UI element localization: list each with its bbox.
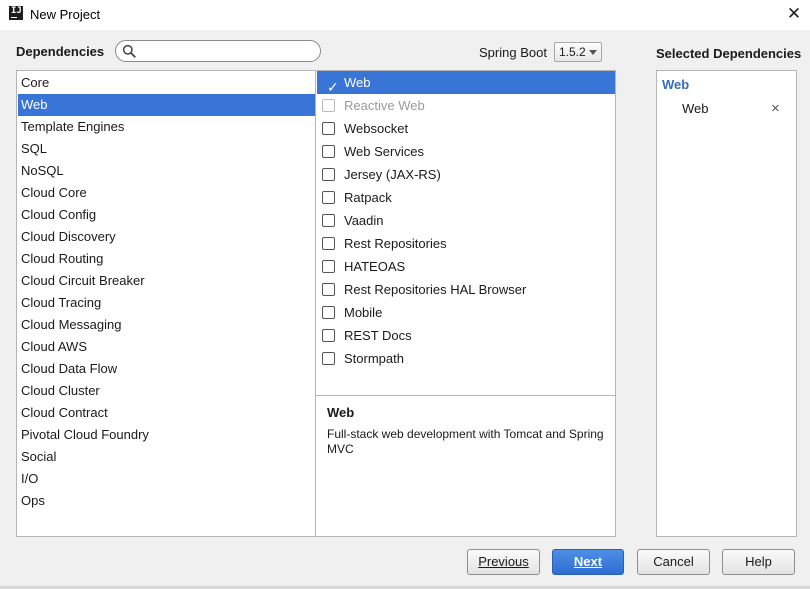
checkbox[interactable] (322, 122, 335, 135)
dependency-item[interactable]: ✓ Web (317, 71, 615, 95)
dependency-list: ✓ Web Reactive Web Websocket Web Services Jer… (315, 70, 616, 396)
dependency-item: Reactive Web (317, 94, 615, 117)
dependency-item[interactable]: Stormpath (317, 347, 615, 370)
dependency-label: Websocket (344, 121, 409, 136)
category-item[interactable]: NoSQL (18, 160, 315, 182)
spring-boot-label: Spring Boot (479, 45, 547, 60)
description-text: Full-stack web development with Tomcat a… (327, 427, 604, 456)
spring-boot-version-value: 1.5.2 (559, 45, 586, 59)
category-item[interactable]: Cloud Config (18, 204, 315, 226)
checkbox[interactable] (322, 145, 335, 158)
dependency-item[interactable]: HATEOAS (317, 255, 615, 278)
chevron-down-icon (589, 50, 597, 55)
checkbox[interactable] (322, 168, 335, 181)
checkbox[interactable] (322, 306, 335, 319)
category-item[interactable]: Ops (18, 490, 315, 512)
category-item[interactable]: Cloud Discovery (18, 226, 315, 248)
checkbox[interactable] (322, 237, 335, 250)
dependency-label: Web Services (344, 144, 424, 159)
category-item[interactable]: Cloud Data Flow (18, 358, 315, 380)
dependency-item[interactable]: Web Services (317, 140, 615, 163)
category-item[interactable]: Cloud Routing (18, 248, 315, 270)
dependency-label: Web (344, 75, 371, 90)
dependency-item[interactable]: Mobile (317, 301, 615, 324)
category-item[interactable]: I/O (18, 468, 315, 490)
dependency-item[interactable]: Jersey (JAX-RS) (317, 163, 615, 186)
dependency-label: Ratpack (344, 190, 392, 205)
category-item[interactable]: Web (18, 94, 315, 116)
dependency-item[interactable]: Ratpack (317, 186, 615, 209)
search-icon (122, 44, 136, 58)
dependency-item[interactable]: REST Docs (317, 324, 615, 347)
dependency-label: REST Docs (344, 328, 412, 343)
description-title: Web (327, 405, 355, 420)
dependency-label: Rest Repositories HAL Browser (344, 282, 527, 297)
category-item[interactable]: Core (18, 72, 315, 94)
category-item[interactable]: Template Engines (18, 116, 315, 138)
selected-group-label: Web (662, 77, 690, 92)
close-window-button[interactable]: ✕ (782, 3, 806, 25)
dependency-label: Jersey (JAX-RS) (344, 167, 441, 182)
category-item[interactable]: Cloud Core (18, 182, 315, 204)
category-list: Core Web Template Engines SQL NoSQL Cloud Cor… (16, 70, 316, 537)
dependency-label: Stormpath (344, 351, 404, 366)
category-item[interactable]: Cloud Cluster (18, 380, 315, 402)
dependency-item[interactable]: Vaadin (317, 209, 615, 232)
checkbox[interactable] (322, 329, 335, 342)
dependency-label: HATEOAS (344, 259, 406, 274)
category-item[interactable]: Cloud Tracing (18, 292, 315, 314)
title-bar: IJ New Project ✕ (0, 0, 810, 30)
selected-dependencies-label: Selected Dependencies (656, 46, 802, 61)
window-title: New Project (30, 7, 101, 22)
category-item[interactable]: Cloud Messaging (18, 314, 315, 336)
category-item[interactable]: SQL (18, 138, 315, 160)
dependencies-label: Dependencies (16, 44, 105, 59)
search-box[interactable] (115, 40, 321, 62)
cancel-button[interactable]: Cancel (637, 549, 710, 575)
dependency-label: Reactive Web (344, 98, 425, 113)
checkbox (322, 99, 335, 112)
selected-dependencies-panel: Web Web × (656, 70, 797, 537)
checkbox[interactable] (322, 283, 335, 296)
category-item[interactable]: Cloud AWS (18, 336, 315, 358)
dependency-label: Vaadin (344, 213, 384, 228)
previous-button-label: Previous (478, 554, 529, 569)
category-item[interactable]: Cloud Contract (18, 402, 315, 424)
checkbox-checked[interactable]: ✓ (322, 76, 339, 95)
dependency-label: Mobile (344, 305, 383, 320)
category-item[interactable]: Cloud Circuit Breaker (18, 270, 315, 292)
dependency-item[interactable]: Rest Repositories HAL Browser (317, 278, 615, 301)
checkbox[interactable] (322, 191, 335, 204)
spring-boot-version-select[interactable]: 1.5.2 (554, 42, 602, 62)
intellij-app-icon: IJ (9, 6, 23, 20)
category-item[interactable]: Pivotal Cloud Foundry (18, 424, 315, 446)
checkbox[interactable] (322, 352, 335, 365)
dependency-item[interactable]: Websocket (317, 117, 615, 140)
search-input[interactable] (140, 43, 310, 59)
checkbox[interactable] (322, 214, 335, 227)
next-button-label: Next (573, 554, 603, 569)
dependency-label: Rest Repositories (344, 236, 447, 251)
selected-dependency-item: Web (682, 101, 709, 116)
help-button[interactable]: Help (722, 549, 795, 575)
remove-dependency-icon[interactable]: × (771, 101, 780, 117)
category-item[interactable]: Social (18, 446, 315, 468)
checkbox[interactable] (322, 260, 335, 273)
dependency-item[interactable]: Rest Repositories (317, 232, 615, 255)
next-button[interactable]: Next (552, 549, 624, 575)
dependency-description-panel: Web Full-stack web development with Tomc… (315, 395, 616, 537)
previous-button[interactable]: Previous (467, 549, 540, 575)
